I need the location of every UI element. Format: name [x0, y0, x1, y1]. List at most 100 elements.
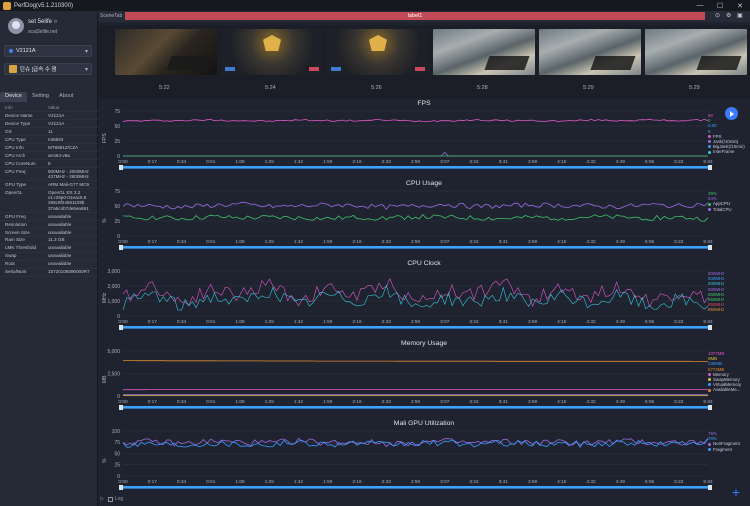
thumbnail-time: 5:29	[583, 85, 594, 91]
device-info-key: GPU Type	[5, 181, 27, 187]
device-info-key: Root	[5, 261, 15, 267]
timeline-scrubber[interactable]	[120, 166, 711, 169]
device-info-value: ARM Mali-G77 MC9	[48, 181, 90, 187]
timeline-start-handle[interactable]	[119, 245, 123, 250]
screenshot-thumbnail[interactable]	[115, 29, 217, 75]
tab-setting[interactable]: Setting	[27, 92, 54, 102]
x-tick-label: 3:58	[528, 159, 538, 165]
timeline-end-handle[interactable]	[708, 485, 712, 490]
y-tick-label: 0	[117, 474, 120, 480]
legend-item[interactable]: TotalCPU	[708, 207, 732, 212]
timeline-start-handle[interactable]	[119, 405, 123, 410]
close-button[interactable]: ✕	[730, 0, 750, 11]
timeline-end-handle[interactable]	[708, 245, 712, 250]
device-info-value: 11	[48, 128, 53, 134]
tab-about[interactable]: About	[54, 92, 78, 102]
x-tick-label: 3:58	[528, 479, 538, 485]
x-tick-label: 5:06	[645, 159, 655, 165]
series-line	[123, 360, 708, 362]
x-tick-label: 4:15	[557, 399, 567, 405]
timeline-start-handle[interactable]	[119, 325, 123, 330]
x-tick-label: 0:51	[206, 239, 216, 245]
x-tick-label: 5:34	[703, 399, 713, 405]
device-info-key: CPU Arch	[5, 152, 26, 158]
maximize-button[interactable]: ☐	[710, 0, 730, 11]
weapon-silhouette	[484, 56, 530, 70]
weapon-silhouette	[166, 56, 212, 70]
screenshot-thumbnail[interactable]	[539, 29, 641, 75]
scene-label-marker[interactable]: label1	[125, 12, 705, 20]
x-tick-label: 0:51	[206, 479, 216, 485]
device-info-row: CPU Info MT6891Z/CZA	[0, 144, 98, 152]
legend-item[interactable]: InterFrame	[708, 149, 745, 154]
x-tick-label: 1:59	[323, 159, 333, 165]
settings-icon[interactable]: ⚙	[726, 12, 731, 19]
add-icon[interactable]: +	[732, 484, 740, 500]
x-tick-label: 5:06	[645, 479, 655, 485]
x-tick-label: 0:00	[118, 479, 128, 485]
device-info-value: unavailable	[48, 229, 72, 235]
screenshot-thumbnail[interactable]	[645, 29, 747, 75]
timeline-start-handle[interactable]	[119, 485, 123, 490]
chart-legend: 600MHz 500MHz 500MHz 500MHz 850MHz 850MHz 850M…	[708, 271, 724, 313]
timeline-end-handle[interactable]	[708, 325, 712, 330]
chart-legend: 60 0 0.00 0 FPS Jank(/10min) BigJank(/10min) In…	[708, 113, 745, 155]
x-tick-label: 2:16	[352, 239, 362, 245]
device-info-value: 8	[48, 160, 51, 166]
device-info-key: LMK Threshold	[5, 245, 37, 251]
screenshot-filmstrip[interactable]: 5:22 5:24 5:26 5:28 5:29 5:29	[98, 25, 750, 99]
minimize-button[interactable]: —	[690, 0, 710, 11]
x-tick-label: 1:08	[235, 319, 245, 325]
log-toggle[interactable]: ▷ Log	[100, 496, 123, 502]
user-name: set 5elife ○	[28, 19, 58, 25]
log-checkbox-label: Log	[114, 496, 124, 502]
x-tick-label: 5:34	[703, 319, 713, 325]
legend-item[interactable]: AvailableMe...	[708, 387, 741, 392]
x-tick-label: 3:07	[440, 319, 450, 325]
timeline-scrubber[interactable]	[120, 246, 711, 249]
timeline-scrubber[interactable]	[120, 326, 711, 329]
timeline-end-handle[interactable]	[708, 165, 712, 170]
timeline-start-handle[interactable]	[119, 165, 123, 170]
legend-swatch-icon	[708, 134, 711, 138]
user-profile[interactable]: set 5elife ○ xcai3elife.net	[4, 15, 96, 45]
legend-item[interactable]: Fragment	[708, 447, 740, 452]
x-tick-label: 4:49	[616, 239, 626, 245]
timeline-end-handle[interactable]	[708, 405, 712, 410]
x-tick-label: 3:24	[469, 479, 479, 485]
device-select-value: V2121A	[16, 48, 36, 54]
x-tick-label: 5:34	[703, 479, 713, 485]
main-area: SceneTab label1 ⊙ ⚙ ▣ 5:22 5:24 5:26 5:28 5:…	[98, 11, 750, 506]
timeline-scrubber[interactable]	[120, 486, 711, 489]
play-small-icon[interactable]: ▷	[100, 496, 104, 502]
x-tick-label: 4:15	[557, 319, 567, 325]
legend-swatch-icon	[708, 442, 711, 446]
y-tick-label: 75	[114, 109, 120, 115]
screenshot-thumbnail[interactable]	[221, 29, 323, 75]
weapon-silhouette	[590, 56, 636, 70]
timeline-scrubber[interactable]	[120, 406, 711, 409]
device-info-row: CPU Freq 500MHz - 2000MHz 437MHz - 2600MH…	[0, 168, 98, 182]
device-info-value: unavailable	[48, 221, 72, 227]
log-checkbox[interactable]	[107, 496, 113, 502]
app-select[interactable]: 탄슈 [급속 수 잼 ▾	[4, 63, 92, 75]
tab-device[interactable]: Device	[0, 92, 27, 102]
thumbnail-time: 5:28	[477, 85, 488, 91]
x-tick-label: 1:42	[294, 479, 304, 485]
x-tick-label: 5:06	[645, 399, 655, 405]
image-icon[interactable]: ▣	[737, 12, 743, 19]
info-header: Info	[5, 104, 13, 110]
device-info-key: CPU Info	[5, 144, 24, 150]
x-tick-label: 3:07	[440, 239, 450, 245]
device-select[interactable]: V2121A ▾	[4, 45, 92, 57]
screenshot-thumbnail[interactable]	[327, 29, 429, 75]
device-info-key: SerialNum	[5, 269, 27, 275]
x-tick-label: 0:00	[118, 399, 128, 405]
x-tick-label: 0:17	[148, 399, 158, 405]
location-icon[interactable]: ⊙	[715, 12, 720, 19]
x-tick-label: 1:25	[265, 479, 275, 485]
device-info-key: Resolution	[5, 221, 27, 227]
chart-legend: 76% 78% NonFragment Fragment	[708, 431, 740, 452]
x-tick-label: 3:07	[440, 399, 450, 405]
screenshot-thumbnail[interactable]	[433, 29, 535, 75]
